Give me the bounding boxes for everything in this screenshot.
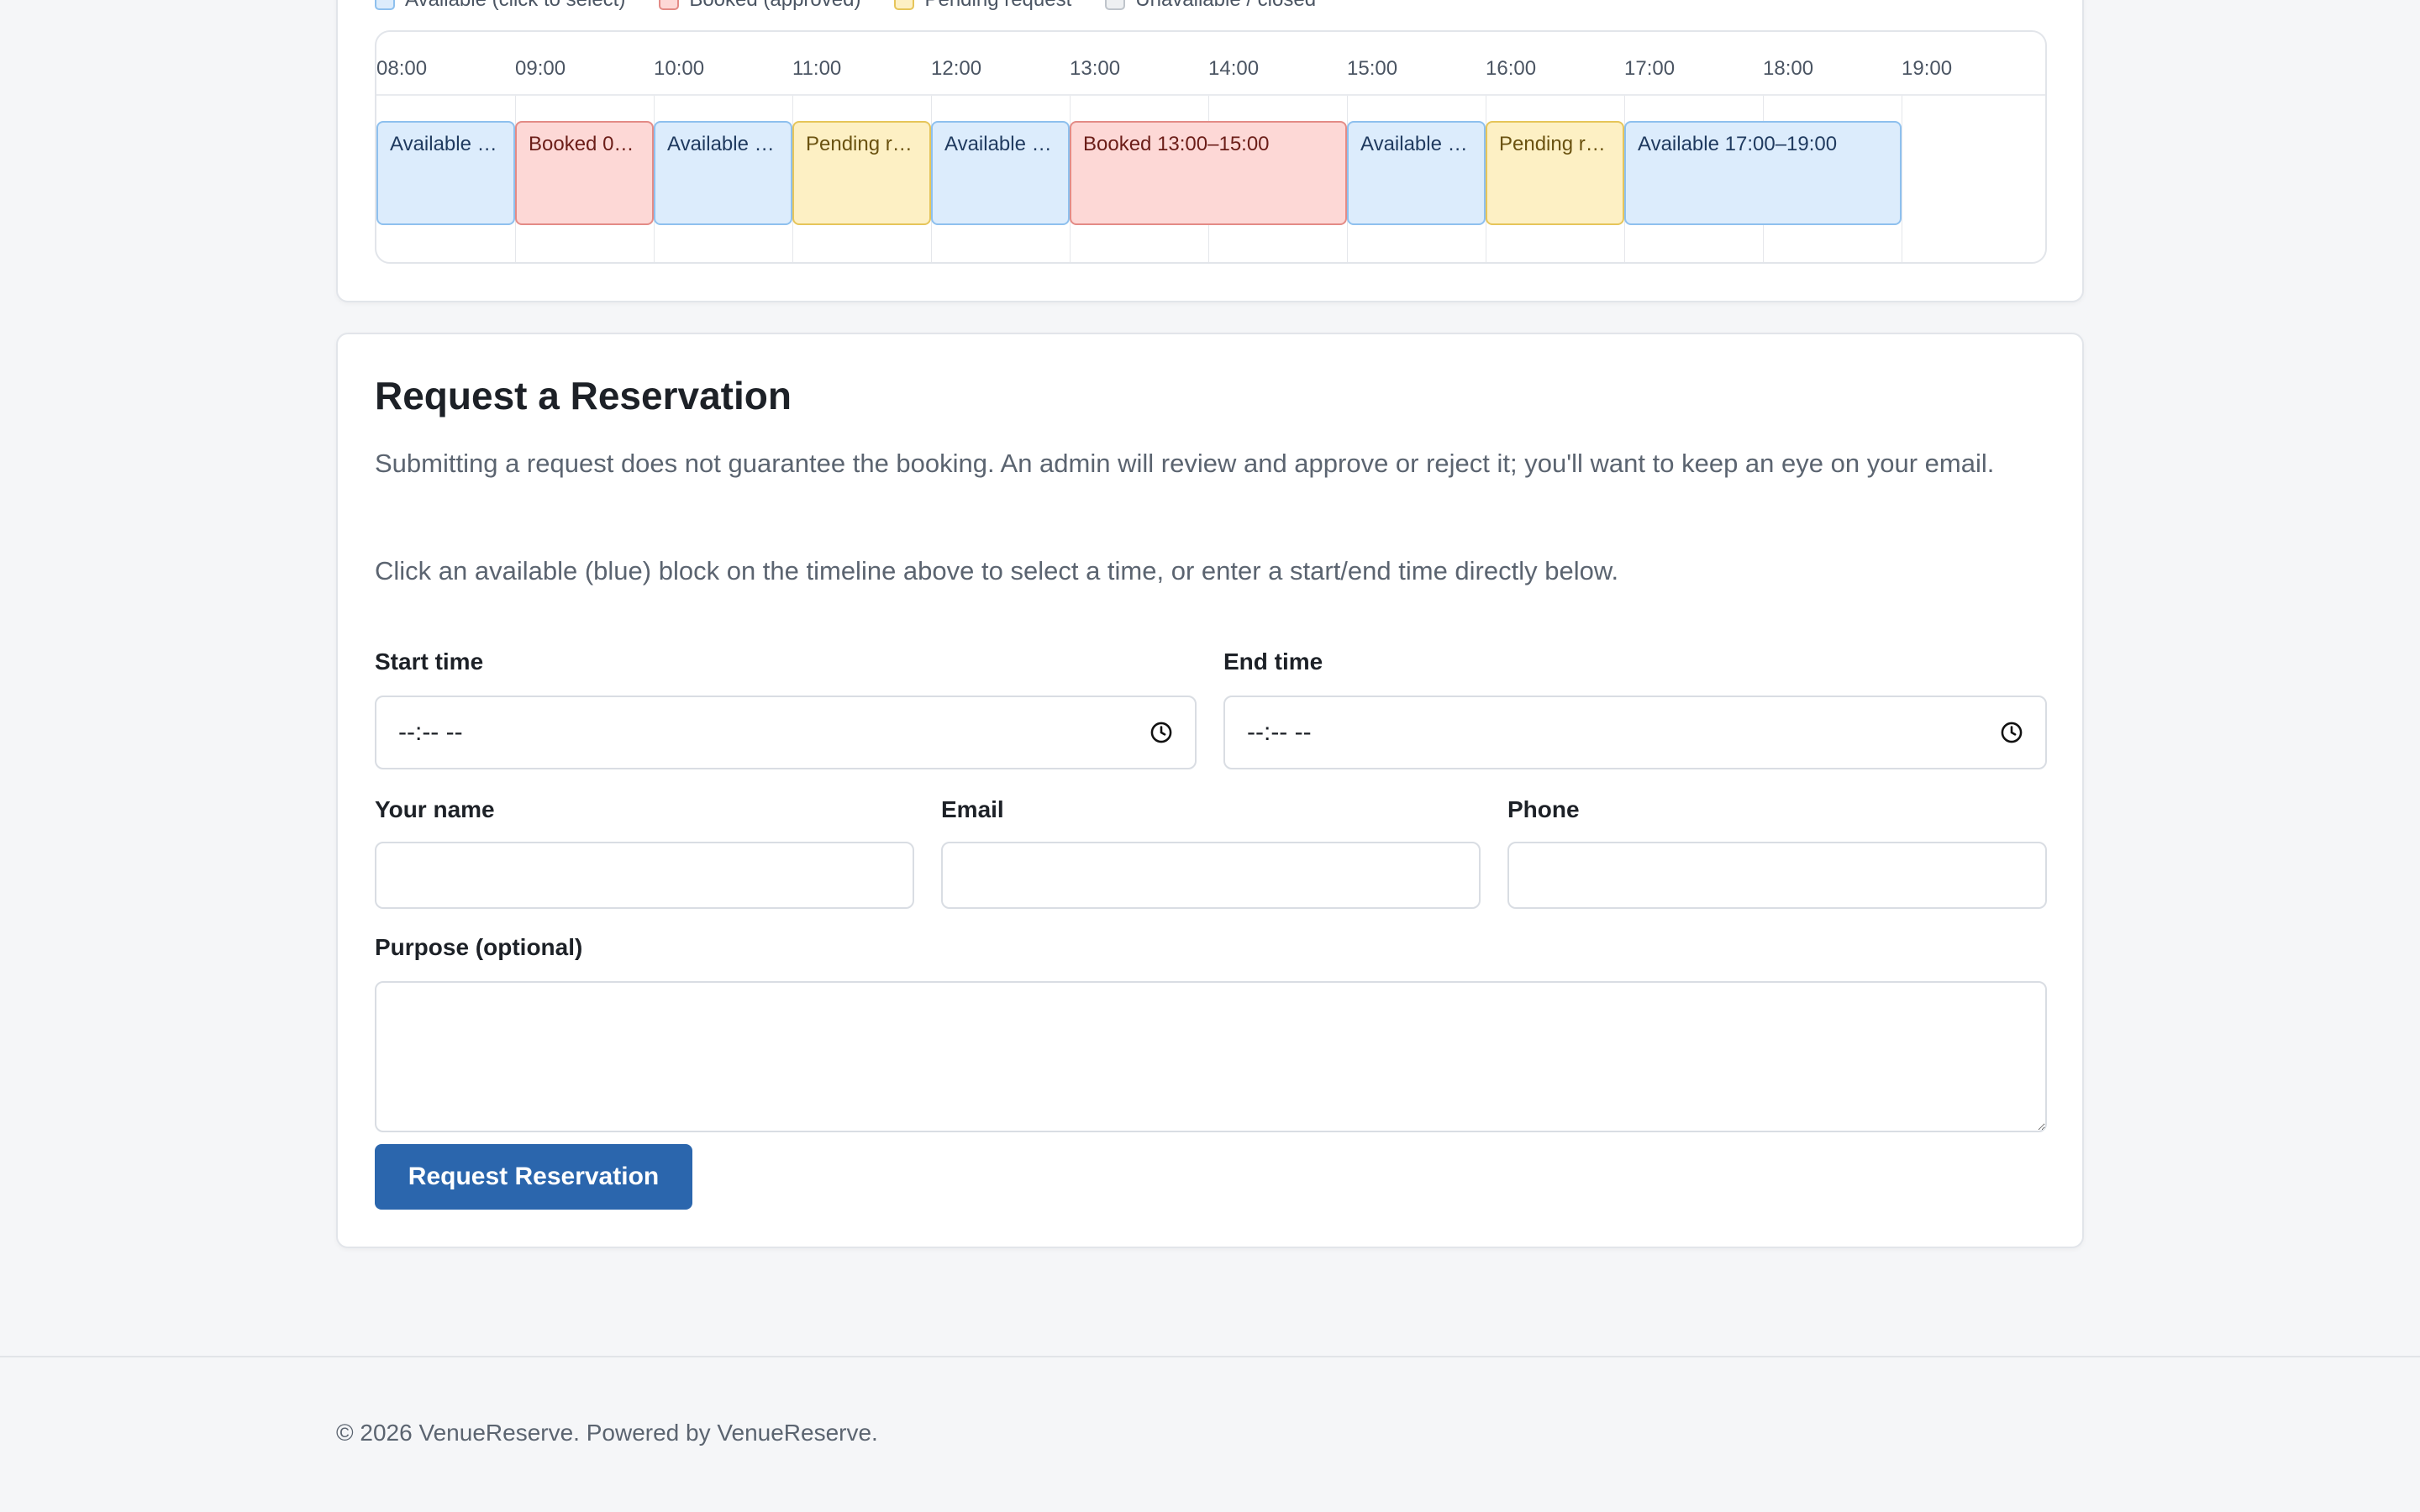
start-time-input[interactable]: --:-- -- bbox=[375, 696, 1197, 769]
timeline-block-booked: Booked 09:00–10:00 bbox=[515, 121, 654, 225]
legend-item: Booked (approved) bbox=[659, 0, 860, 12]
purpose-textarea[interactable] bbox=[375, 981, 2047, 1132]
legend-item: Available (click to select) bbox=[375, 0, 625, 12]
hour-label: 15:00 bbox=[1347, 57, 1398, 80]
hour-label: 19:00 bbox=[1902, 57, 1953, 80]
hour-label: 16:00 bbox=[1486, 57, 1537, 80]
hour-label: 18:00 bbox=[1763, 57, 1814, 80]
legend-swatch bbox=[659, 0, 680, 10]
legend-item: Unavailable / closed bbox=[1105, 0, 1316, 12]
legend-item: Pending request bbox=[894, 0, 1071, 12]
form-title: Request a Reservation bbox=[375, 374, 792, 417]
hour-label: 11:00 bbox=[792, 57, 842, 80]
form-intro-text: Submitting a request does not guarantee … bbox=[375, 449, 1995, 478]
timeline-block-available[interactable]: Available 17:00–19:00 bbox=[1624, 121, 1902, 225]
legend-swatch bbox=[894, 0, 915, 10]
email-input[interactable] bbox=[941, 842, 1481, 909]
legend-swatch bbox=[375, 0, 395, 10]
timeline-card: Available (click to select) Booked (appro… bbox=[336, 0, 2084, 302]
name-label: Your name bbox=[375, 796, 495, 822]
availability-timeline: 08:00 09:00 10:00 11:00 12:00 13:00 14:00 15:00… bbox=[375, 30, 2047, 264]
end-time-label: End time bbox=[1223, 648, 1323, 675]
phone-input[interactable] bbox=[1507, 842, 2047, 909]
phone-label: Phone bbox=[1507, 796, 1580, 822]
hour-label: 08:00 bbox=[376, 57, 428, 80]
hour-label: 10:00 bbox=[654, 57, 705, 80]
hour-label: 17:00 bbox=[1624, 57, 1676, 80]
clock-icon[interactable] bbox=[2000, 721, 2023, 744]
form-hint-text: Click an available (blue) block on the t… bbox=[375, 556, 1619, 585]
hour-label: 12:00 bbox=[931, 57, 982, 80]
hour-label: 13:00 bbox=[1070, 57, 1121, 80]
legend-label: Unavailable / closed bbox=[1135, 0, 1316, 12]
end-time-value: --:-- -- bbox=[1247, 718, 1312, 746]
timeline-block-available[interactable]: Available 15:00–16:00 bbox=[1347, 121, 1486, 225]
footer-divider bbox=[0, 1356, 2420, 1357]
request-reservation-button[interactable]: Request Reservation bbox=[375, 1144, 692, 1210]
email-label: Email bbox=[941, 796, 1004, 822]
legend-label: Pending request bbox=[924, 0, 1071, 12]
legend-swatch bbox=[1105, 0, 1126, 10]
start-time-label: Start time bbox=[375, 648, 484, 675]
timeline-blocks: Available 08:00–09:00Booked 09:00–10:00A… bbox=[376, 121, 2045, 225]
legend-label: Available (click to select) bbox=[405, 0, 625, 12]
end-time-input[interactable]: --:-- -- bbox=[1223, 696, 2047, 769]
footer-copyright: © 2026 VenueReserve. Powered by VenueRes… bbox=[336, 1420, 878, 1446]
timeline-block-pending: Pending request 16:00–17:00 bbox=[1486, 121, 1624, 225]
timeline-block-available[interactable]: Available 12:00–13:00 bbox=[931, 121, 1070, 225]
start-time-value: --:-- -- bbox=[398, 718, 463, 746]
timeline-block-pending: Pending request 11:00–12:00 bbox=[792, 121, 931, 225]
timeline-block-available[interactable]: Available 10:00–11:00 bbox=[654, 121, 792, 225]
clock-icon[interactable] bbox=[1150, 721, 1173, 744]
hour-label: 09:00 bbox=[515, 57, 566, 80]
timeline-block-available[interactable]: Available 08:00–09:00 bbox=[376, 121, 515, 225]
reservation-form-card: Request a Reservation Submitting a reque… bbox=[336, 333, 2084, 1248]
name-input[interactable] bbox=[375, 842, 914, 909]
legend-label: Booked (approved) bbox=[689, 0, 860, 12]
hour-label: 14:00 bbox=[1208, 57, 1260, 80]
timeline-legend: Available (click to select) Booked (appro… bbox=[375, 0, 1316, 12]
timeline-hour-header: 08:00 09:00 10:00 11:00 12:00 13:00 14:00 15:00… bbox=[376, 32, 2045, 96]
purpose-label: Purpose (optional) bbox=[375, 934, 583, 960]
timeline-block-booked: Booked 13:00–15:00 bbox=[1070, 121, 1347, 225]
